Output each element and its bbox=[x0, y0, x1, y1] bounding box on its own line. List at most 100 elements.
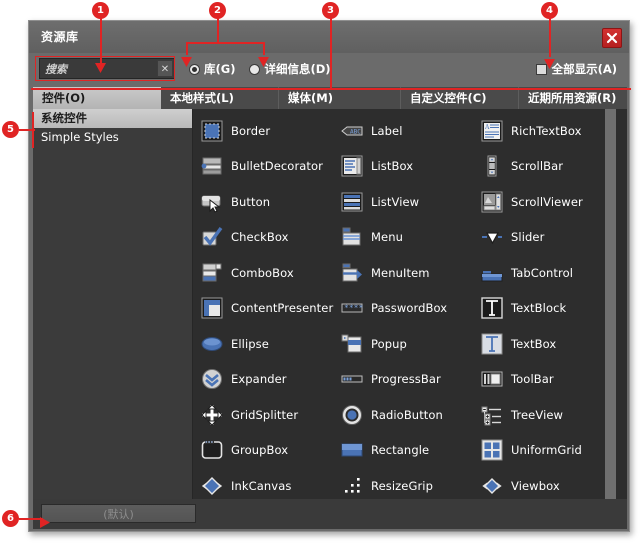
list-item[interactable]: UniformGrid bbox=[474, 433, 614, 469]
show-all-label: 全部显示(A) bbox=[551, 62, 617, 76]
list-item[interactable]: Expander bbox=[194, 362, 334, 398]
callout-line-2v bbox=[217, 16, 219, 43]
footer-bar: (默认) bbox=[33, 499, 627, 529]
list-item[interactable]: Ellipse bbox=[194, 326, 334, 362]
list-item[interactable]: ToolBar bbox=[474, 362, 614, 398]
list-item-label: RadioButton bbox=[371, 407, 443, 422]
list-item-label: Rectangle bbox=[371, 443, 430, 458]
tab-controls[interactable]: 控件(O) bbox=[33, 87, 161, 109]
list-item-label: ComboBox bbox=[231, 265, 294, 280]
list-item-label: ScrollViewer bbox=[511, 194, 583, 209]
list-item[interactable]: Rectangle bbox=[334, 433, 474, 469]
list-item-label: Viewbox bbox=[511, 478, 560, 493]
toolbar-icon bbox=[480, 367, 504, 391]
textbox-icon bbox=[480, 332, 504, 356]
menu-icon bbox=[340, 225, 364, 249]
list-item[interactable]: Slider bbox=[474, 220, 614, 256]
callout-arrow-2a bbox=[181, 52, 192, 71]
clear-icon[interactable]: ✕ bbox=[157, 60, 173, 77]
list-item[interactable]: Button bbox=[194, 184, 334, 220]
tab-custom-controls[interactable]: 自定义控件(C) bbox=[401, 87, 519, 109]
list-item-label: ListView bbox=[371, 194, 420, 209]
list-item[interactable]: Popup bbox=[334, 326, 474, 362]
list-item-label: TextBox bbox=[511, 336, 557, 351]
vertical-scrollbar[interactable] bbox=[605, 109, 616, 499]
border-icon bbox=[200, 119, 224, 143]
control-column-3: A RichTextBox ScrollBar ScrollViewer Sli… bbox=[474, 113, 614, 499]
tab-bar: 控件(O) 本地样式(L) 媒体(M) 自定义控件(C) 近期所用资源(R) bbox=[33, 87, 627, 109]
callout-2: 2 bbox=[209, 2, 226, 19]
scrollbar-icon bbox=[480, 154, 504, 178]
list-item-label: PasswordBox bbox=[371, 301, 448, 316]
list-item-label: GridSplitter bbox=[231, 407, 299, 422]
sidebar-item-system-controls[interactable]: 系统控件 bbox=[33, 109, 192, 128]
groupbox-icon bbox=[200, 438, 224, 462]
screenshot-root: 资源库 ✕ 库(G) 详细信息(D) bbox=[0, 0, 642, 553]
list-item-label: TabControl bbox=[511, 265, 574, 280]
radio-library[interactable]: 库(G) bbox=[189, 61, 235, 77]
list-item-label: CheckBox bbox=[231, 230, 289, 245]
list-item[interactable]: **** PasswordBox bbox=[334, 291, 474, 327]
popup-icon bbox=[340, 332, 364, 356]
callout-arrow-1 bbox=[95, 58, 106, 77]
list-item-label: Button bbox=[231, 194, 271, 209]
list-item[interactable]: ScrollViewer bbox=[474, 184, 614, 220]
close-icon[interactable] bbox=[602, 28, 622, 48]
list-item[interactable]: Menu bbox=[334, 220, 474, 256]
list-item[interactable]: TreeView bbox=[474, 397, 614, 433]
button-icon bbox=[200, 190, 224, 214]
list-item[interactable]: Border bbox=[194, 113, 334, 149]
content-presenter-icon bbox=[200, 296, 224, 320]
progressbar-icon bbox=[340, 367, 364, 391]
list-item[interactable]: ProgressBar bbox=[334, 362, 474, 398]
sidebar-item-simple-styles[interactable]: Simple Styles bbox=[33, 128, 192, 147]
list-item[interactable]: RadioButton bbox=[334, 397, 474, 433]
resource-library-window: 资源库 ✕ 库(G) 详细信息(D) bbox=[28, 20, 630, 532]
list-item[interactable]: MenuItem bbox=[334, 255, 474, 291]
search-box[interactable]: ✕ bbox=[39, 58, 175, 79]
scrollviewer-icon bbox=[480, 190, 504, 214]
list-item[interactable]: ScrollBar bbox=[474, 149, 614, 185]
callout-line-1 bbox=[100, 16, 102, 63]
list-item[interactable]: TabControl bbox=[474, 255, 614, 291]
list-item-label: Border bbox=[231, 123, 271, 138]
list-item[interactable]: GridSplitter bbox=[194, 397, 334, 433]
listbox-icon bbox=[340, 154, 364, 178]
tab-local-styles[interactable]: 本地样式(L) bbox=[161, 87, 279, 109]
control-grid: Border BulletDecorator Button CheckBox C… bbox=[194, 109, 616, 499]
list-item-label: TextBlock bbox=[511, 301, 567, 316]
category-sidebar: 系统控件 Simple Styles bbox=[33, 109, 193, 499]
callout-5: 5 bbox=[2, 121, 19, 138]
list-item[interactable]: CheckBox bbox=[194, 220, 334, 256]
textblock-icon bbox=[480, 296, 504, 320]
uniformgrid-icon bbox=[480, 438, 504, 462]
list-item-label: TreeView bbox=[511, 407, 564, 422]
tab-recent-resources[interactable]: 近期所用资源(R) bbox=[519, 87, 627, 109]
list-item[interactable]: TextBlock bbox=[474, 291, 614, 327]
list-item[interactable]: ListView bbox=[334, 184, 474, 220]
grid-splitter-icon bbox=[200, 403, 224, 427]
richtextbox-icon: A bbox=[480, 119, 504, 143]
default-button[interactable]: (默认) bbox=[41, 504, 196, 523]
callout-6: 6 bbox=[2, 510, 19, 527]
content-area: 系统控件 Simple Styles Border BulletDecorato… bbox=[33, 109, 627, 499]
list-item[interactable]: TextBox bbox=[474, 326, 614, 362]
viewbox-icon bbox=[480, 474, 504, 498]
callout-line-3 bbox=[330, 16, 332, 89]
list-item[interactable]: ComboBox bbox=[194, 255, 334, 291]
list-item[interactable]: ListBox bbox=[334, 149, 474, 185]
toolbar: ✕ 库(G) 详细信息(D) 全部显示(A) bbox=[29, 53, 629, 87]
checkbox-icon bbox=[200, 225, 224, 249]
list-item-label: Label bbox=[371, 123, 403, 138]
slider-icon bbox=[480, 225, 504, 249]
radiobutton-icon bbox=[340, 403, 364, 427]
tab-media[interactable]: 媒体(M) bbox=[279, 87, 401, 109]
list-item[interactable]: GroupBox bbox=[194, 433, 334, 469]
control-column-2: ABC Label ListBox ListView Menu MenuItem… bbox=[334, 113, 474, 499]
list-item[interactable]: BulletDecorator bbox=[194, 149, 334, 185]
list-item[interactable]: ABC Label bbox=[334, 113, 474, 149]
combobox-icon bbox=[200, 261, 224, 285]
list-item[interactable]: ContentPresenter bbox=[194, 291, 334, 327]
list-item[interactable]: A RichTextBox bbox=[474, 113, 614, 149]
list-item-label: RichTextBox bbox=[511, 123, 582, 138]
